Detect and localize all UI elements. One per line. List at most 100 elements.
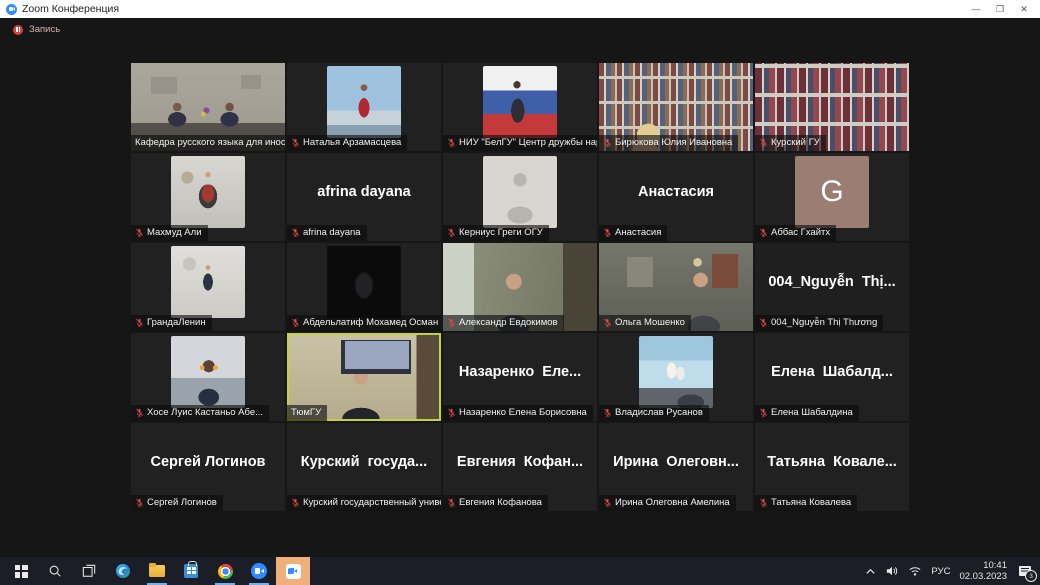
participant-name-label: Абдельлатиф Мохамед Осман: [287, 315, 441, 331]
participant-tile[interactable]: ГрандаЛенин: [131, 243, 285, 331]
maximize-button[interactable]: ❐: [988, 0, 1012, 18]
muted-mic-icon: [135, 318, 144, 327]
windows-taskbar: РУС 10:41 02.03.2023 3: [0, 557, 1040, 585]
microsoft-store-button[interactable]: [174, 557, 208, 585]
participant-tile[interactable]: Кафедра русского языка для иностр...: [131, 63, 285, 151]
recording-indicator[interactable]: Запись: [13, 24, 60, 35]
system-tray: РУС 10:41 02.03.2023 3: [865, 560, 1040, 583]
participant-tile[interactable]: Евгения Кофан... Евгения Кофанова: [443, 423, 597, 511]
participant-display-name: Ирина Олеговн...: [599, 423, 753, 501]
muted-mic-icon: [135, 408, 144, 417]
participant-tile[interactable]: Елена Шабалд... Елена Шабалдина: [755, 333, 909, 421]
zoom-meeting-taskbar-button[interactable]: [276, 557, 310, 585]
clock-date: 02.03.2023: [959, 571, 1007, 582]
task-view-button[interactable]: [72, 557, 106, 585]
participant-name-label: ТюмГУ: [287, 405, 327, 421]
participant-tile[interactable]: Владислав Русанов: [599, 333, 753, 421]
participant-name-label: Курский государственный униве...: [287, 495, 441, 511]
participant-photo: [171, 246, 245, 318]
muted-mic-icon: [291, 498, 300, 507]
edge-icon: [115, 563, 131, 579]
muted-mic-icon: [291, 138, 300, 147]
muted-mic-icon: [759, 408, 768, 417]
zoom-taskbar-button[interactable]: [242, 557, 276, 585]
recording-icon: [13, 25, 23, 35]
participant-name-text: Сергей Логинов: [147, 497, 217, 508]
participant-name-label: Евгения Кофанова: [443, 495, 548, 511]
notification-center-button[interactable]: 3: [1016, 562, 1034, 580]
participant-tile[interactable]: 004_Nguyễn Thị... 004_Nguyễn Thị Thương: [755, 243, 909, 331]
muted-mic-icon: [759, 138, 768, 147]
participant-tile[interactable]: Назаренко Еле... Назаренко Елена Борисов…: [443, 333, 597, 421]
participant-tile[interactable]: Александр Евдокимов: [443, 243, 597, 331]
participant-tile[interactable]: Хосе Луис Кастаньо Абе...: [131, 333, 285, 421]
participant-name-label: Хосе Луис Кастаньо Абе...: [131, 405, 269, 421]
participant-name-label: Елена Шабалдина: [755, 405, 859, 421]
participant-tile[interactable]: Наталья Арзамасцева: [287, 63, 441, 151]
participant-name-text: Ирина Олеговна Амелина: [615, 497, 730, 508]
participant-tile[interactable]: Курский ГУ: [755, 63, 909, 151]
participant-tile[interactable]: G Аббас Гхайтх: [755, 153, 909, 241]
participant-name-text: Хосе Луис Кастаньо Абе...: [147, 407, 263, 418]
muted-mic-icon: [447, 498, 456, 507]
participant-name-text: Абдельлатиф Мохамед Осман: [303, 317, 438, 328]
participant-name-text: Татьяна Ковалева: [771, 497, 851, 508]
participant-tile[interactable]: Анастасия Анастасия: [599, 153, 753, 241]
chrome-icon: [218, 564, 233, 579]
minimize-button[interactable]: —: [964, 0, 988, 18]
muted-mic-icon: [135, 498, 144, 507]
participant-name-text: Александр Евдокимов: [459, 317, 558, 328]
participant-name-label: Ирина Олеговна Амелина: [599, 495, 736, 511]
zoom-icon: [251, 563, 267, 579]
muted-mic-icon: [291, 318, 300, 327]
window-title: Zoom Конференция: [22, 3, 119, 15]
participant-name-label: Керниус Греги ОГУ: [443, 225, 549, 241]
muted-mic-icon: [447, 408, 456, 417]
muted-mic-icon: [759, 228, 768, 237]
participant-tile[interactable]: Керниус Греги ОГУ: [443, 153, 597, 241]
muted-mic-icon: [603, 228, 612, 237]
participant-name-text: ГрандаЛенин: [147, 317, 206, 328]
participant-photo: [171, 156, 245, 228]
windows-logo-icon: [15, 565, 28, 578]
search-button[interactable]: [38, 557, 72, 585]
chrome-button[interactable]: [208, 557, 242, 585]
muted-mic-icon: [447, 138, 456, 147]
close-button[interactable]: ✕: [1012, 0, 1036, 18]
participant-photo: [639, 336, 713, 408]
participant-tile[interactable]: Ирина Олеговн... Ирина Олеговна Амелина: [599, 423, 753, 511]
participant-tile[interactable]: Татьяна Ковале... Татьяна Ковалева: [755, 423, 909, 511]
muted-mic-icon: [603, 408, 612, 417]
muted-mic-icon: [603, 318, 612, 327]
participant-tile[interactable]: afrina dayana afrina dayana: [287, 153, 441, 241]
participant-tile[interactable]: НИУ "БелГУ" Центр дружбы нар...: [443, 63, 597, 151]
zoom-meeting-window: Zoom Конференция — ❐ ✕ Запись Кафедра ру…: [0, 0, 1040, 585]
participant-display-name: Курский госуда...: [287, 423, 441, 501]
microsoft-store-icon: [184, 564, 198, 578]
start-button[interactable]: [4, 557, 38, 585]
participant-tile[interactable]: Курский госуда... Курский государственны…: [287, 423, 441, 511]
participant-name-label: ГрандаЛенин: [131, 315, 212, 331]
participant-tile[interactable]: Сергей Логинов Сергей Логинов: [131, 423, 285, 511]
participant-display-name: Сергей Логинов: [131, 423, 285, 501]
participant-name-text: Махмуд Али: [147, 227, 202, 238]
participant-tile[interactable]: Махмуд Али: [131, 153, 285, 241]
participant-name-label: Сергей Логинов: [131, 495, 223, 511]
participant-display-name: Назаренко Еле...: [443, 333, 597, 411]
tray-chevron-up-icon[interactable]: [865, 566, 876, 577]
language-indicator[interactable]: РУС: [931, 566, 950, 577]
participant-name-label: afrina dayana: [287, 225, 367, 241]
participant-photo: [327, 66, 401, 138]
network-wifi-icon[interactable]: [908, 565, 922, 577]
clock[interactable]: 10:41 02.03.2023: [959, 560, 1007, 583]
edge-button[interactable]: [106, 557, 140, 585]
participant-tile[interactable]: Ольга Мошенко: [599, 243, 753, 331]
participant-tile[interactable]: Абдельлатиф Мохамед Осман: [287, 243, 441, 331]
participant-name-label: НИУ "БелГУ" Центр дружбы нар...: [443, 135, 597, 151]
volume-icon[interactable]: [885, 565, 899, 577]
participant-tile[interactable]: ТюмГУ: [287, 333, 441, 421]
participant-name-text: Елена Шабалдина: [771, 407, 853, 418]
file-explorer-button[interactable]: [140, 557, 174, 585]
participant-tile[interactable]: Бирюкова Юлия Ивановна: [599, 63, 753, 151]
participant-name-text: Ольга Мошенко: [615, 317, 685, 328]
